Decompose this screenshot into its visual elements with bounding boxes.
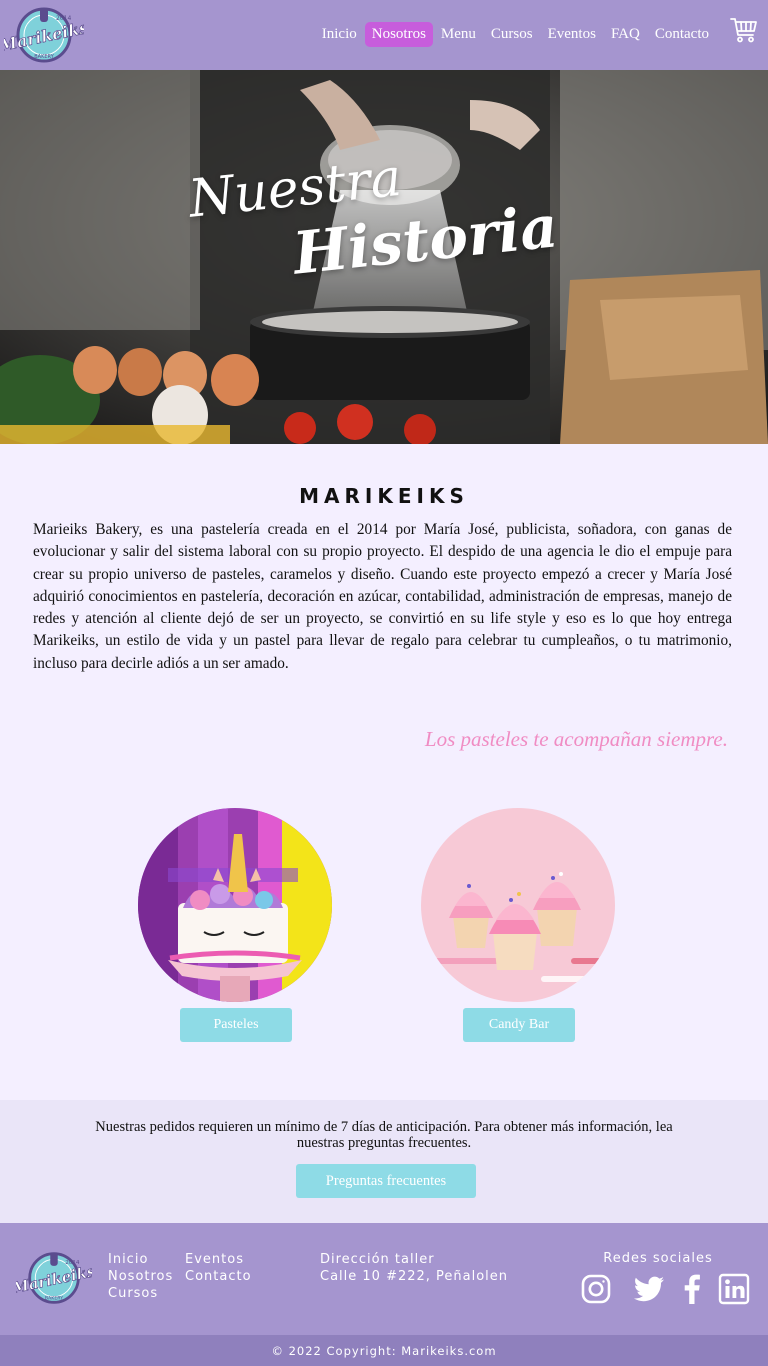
facebook-icon[interactable] [676,1273,708,1305]
category-pasteles: Pasteles [136,806,336,1042]
faq-button[interactable]: Preguntas frecuentes [296,1164,476,1198]
nav-menu[interactable]: Menu [434,22,483,47]
candy-bar-button[interactable]: Candy Bar [463,1008,575,1042]
notice-text: Nuestras pedidos requieren un mínimo de … [95,1119,673,1151]
svg-text:BAKERY: BAKERY [34,54,54,60]
main-menu: Inicio Nosotros Menu Cursos Eventos FAQ … [314,22,716,47]
footer-link-cursos[interactable]: Cursos [108,1285,173,1302]
nav-nosotros[interactable]: Nosotros [364,22,433,47]
svg-text:2014: 2014 [65,1260,80,1266]
linkedin-icon[interactable] [718,1273,750,1305]
navbar: Marikeiks 2014 BAKERY Inicio Nosotros Me… [0,0,768,70]
nav-cursos[interactable]: Cursos [484,22,540,47]
footer-link-inicio[interactable]: Inicio [108,1251,173,1268]
category-candy-bar: Candy Bar [419,806,619,1042]
footer-address: Dirección taller Calle 10 #222, Peñalole… [320,1251,508,1285]
nav-eventos[interactable]: Eventos [541,22,603,47]
pasteles-button[interactable]: Pasteles [180,1008,292,1042]
twitter-icon[interactable] [633,1273,665,1305]
nav-faq[interactable]: FAQ [604,22,647,47]
footer-logo[interactable]: Marikeiks 2014 BAKERY [16,1249,92,1307]
footer-link-eventos[interactable]: Eventos [185,1251,252,1268]
footer-link-contacto[interactable]: Contacto [185,1268,252,1285]
nav-inicio[interactable]: Inicio [315,22,364,47]
unicorn-cake-image[interactable] [138,808,332,1002]
hero-banner: Nuestra Historia [0,70,768,444]
nav-contacto[interactable]: Contacto [648,22,716,47]
address-label: Dirección taller [320,1252,435,1267]
about-text: Marieiks Bakery, es una pastelería cread… [33,521,732,672]
footer-links-col1: Inicio Nosotros Cursos [108,1251,173,1302]
footer: Marikeiks 2014 BAKERY Inicio Nosotros Cu… [0,1223,768,1335]
svg-text:2014: 2014 [56,15,71,22]
svg-text:BAKERY: BAKERY [45,1296,63,1302]
instagram-icon[interactable] [580,1273,612,1305]
orders-notice: Nuestras pedidos requieren un mínimo de … [0,1100,768,1223]
social-title: Redes sociales [603,1251,713,1266]
tagline: Los pasteles te acompañan siempre. [424,727,728,751]
address-value: Calle 10 #222, Peñalolen [320,1269,509,1284]
footer-link-nosotros[interactable]: Nosotros [108,1268,173,1285]
footer-links-col2: Eventos Contacto [185,1251,252,1285]
marikeiks-logo[interactable]: Marikeiks 2014 BAKERY [4,4,84,66]
cupcakes-image[interactable] [421,808,615,1002]
about-title: MARIKEIKS [299,484,469,508]
copyright: © 2022 Copyright: Marikeiks.com [0,1335,768,1366]
cart-icon[interactable] [730,16,758,44]
